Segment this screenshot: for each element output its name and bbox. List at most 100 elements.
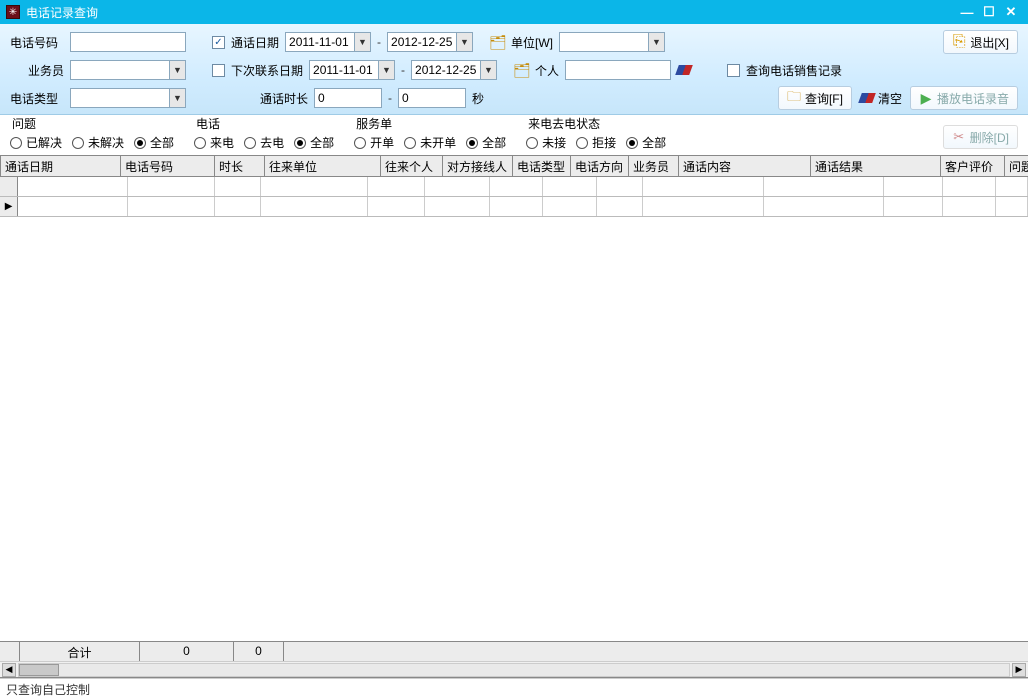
radio-option[interactable]: 未接	[526, 134, 566, 151]
eraser-icon	[860, 91, 874, 105]
scroll-left-icon[interactable]: ◀	[2, 663, 16, 677]
cell	[643, 177, 764, 196]
column-header[interactable]: 通话日期	[1, 156, 121, 176]
query-button[interactable]: 🗀 查询[F]	[778, 86, 852, 110]
phone-input[interactable]	[70, 32, 186, 52]
radio-option[interactable]: 来电	[194, 134, 234, 151]
scroll-thumb[interactable]	[19, 664, 59, 676]
play-label: 播放电话录音	[937, 90, 1009, 107]
close-button[interactable]: ✕	[1000, 3, 1022, 21]
next-contact-to[interactable]: 2012-12-25▼	[411, 60, 497, 80]
radio-icon	[10, 137, 22, 149]
exit-button[interactable]: ⎘ 退出[X]	[943, 30, 1018, 54]
radio-option[interactable]: 未开单	[404, 134, 456, 151]
cell	[490, 197, 544, 216]
table-row[interactable]	[0, 177, 1028, 197]
exit-icon: ⎘	[952, 35, 966, 49]
column-header[interactable]: 对方接线人	[443, 156, 513, 176]
column-header[interactable]: 通话内容	[679, 156, 811, 176]
group-problem-title: 问题	[10, 115, 174, 132]
column-header[interactable]: 往来单位	[265, 156, 381, 176]
cell	[996, 197, 1028, 216]
column-header[interactable]: 时长	[215, 156, 265, 176]
cell	[368, 177, 425, 196]
column-header[interactable]: 电话类型	[513, 156, 571, 176]
radio-icon	[244, 137, 256, 149]
duration-to-input[interactable]	[398, 88, 466, 108]
row-selector[interactable]	[0, 177, 18, 196]
clear-button[interactable]: 清空	[860, 90, 902, 107]
unit-combo[interactable]: ▼	[559, 32, 665, 52]
scroll-right-icon[interactable]: ▶	[1012, 663, 1026, 677]
column-header[interactable]: 通话结果	[811, 156, 941, 176]
radio-icon	[576, 137, 588, 149]
radio-option[interactable]: 开单	[354, 134, 394, 151]
radio-option[interactable]: 全部	[134, 134, 174, 151]
cell	[18, 177, 128, 196]
cell	[884, 197, 943, 216]
column-header[interactable]: 业务员	[629, 156, 679, 176]
filter-row-2: 业务员 ▼ 下次联系日期 2011-11-01▼ - 2012-12-25▼ 🗂…	[10, 60, 1018, 80]
cell	[128, 177, 214, 196]
cell	[425, 177, 490, 196]
call-date-to[interactable]: 2012-12-25▼	[387, 32, 473, 52]
filter-toolbar: 电话号码 ✓ 通话日期 2011-11-01▼ - 2012-12-25▼ 🗂 …	[0, 24, 1028, 115]
call-date-checkbox[interactable]: ✓	[212, 36, 225, 49]
cell	[943, 197, 997, 216]
duration-from-input[interactable]	[314, 88, 382, 108]
footer-sum-1: 0	[140, 642, 234, 661]
radio-option[interactable]: 未解决	[72, 134, 124, 151]
table-row[interactable]: ▶	[0, 197, 1028, 217]
column-header[interactable]: 问题解决	[1005, 156, 1028, 176]
grid-header: 通话日期电话号码时长往来单位往来个人对方接线人电话类型电话方向业务员通话内容通话…	[0, 156, 1028, 177]
radio-icon	[194, 137, 206, 149]
radio-option[interactable]: 已解决	[10, 134, 62, 151]
group-service: 服务单 开单未开单全部	[354, 115, 506, 151]
horizontal-scrollbar[interactable]: ◀ ▶	[0, 661, 1028, 677]
group-status-title: 来电去电状态	[526, 115, 666, 132]
minimize-button[interactable]: —	[956, 3, 978, 21]
radio-option[interactable]: 全部	[294, 134, 334, 151]
cell	[943, 177, 997, 196]
folder-icon: 🗀	[787, 91, 801, 105]
salesman-label: 业务员	[10, 62, 64, 79]
scroll-track[interactable]	[18, 663, 1010, 677]
filter-row-1: 电话号码 ✓ 通话日期 2011-11-01▼ - 2012-12-25▼ 🗂 …	[10, 30, 1018, 54]
radio-icon	[72, 137, 84, 149]
play-record-button[interactable]: ▶ 播放电话录音	[910, 86, 1018, 110]
column-header[interactable]: 电话方向	[571, 156, 629, 176]
chevron-down-icon: ▼	[169, 89, 185, 107]
cell	[543, 197, 597, 216]
footer-label: 合计	[20, 642, 140, 661]
radio-label: 已解决	[26, 134, 62, 151]
delete-button[interactable]: ✂ 删除[D]	[943, 125, 1018, 149]
eraser-icon[interactable]	[677, 63, 691, 77]
delete-label: 删除[D]	[970, 129, 1009, 146]
next-contact-from[interactable]: 2011-11-01▼	[309, 60, 395, 80]
radio-option[interactable]: 全部	[626, 134, 666, 151]
row-selector[interactable]: ▶	[0, 197, 18, 216]
app-icon: ✳	[6, 5, 20, 19]
radio-option[interactable]: 全部	[466, 134, 506, 151]
query-sales-checkbox[interactable]	[727, 64, 740, 77]
call-date-from[interactable]: 2011-11-01▼	[285, 32, 371, 52]
person-input[interactable]	[565, 60, 671, 80]
column-header[interactable]: 电话号码	[121, 156, 215, 176]
phone-type-combo[interactable]: ▼	[70, 88, 186, 108]
grid-footer: 合计 0 0	[0, 641, 1028, 661]
radio-label: 未解决	[88, 134, 124, 151]
card-icon: 🗂	[515, 63, 529, 77]
column-header[interactable]: 往来个人	[381, 156, 443, 176]
salesman-combo[interactable]: ▼	[70, 60, 186, 80]
radio-label: 去电	[260, 134, 284, 151]
phone-label: 电话号码	[10, 34, 64, 51]
cell	[543, 177, 597, 196]
radio-option[interactable]: 去电	[244, 134, 284, 151]
radio-option[interactable]: 拒接	[576, 134, 616, 151]
column-header[interactable]: 客户评价	[941, 156, 1005, 176]
maximize-button[interactable]: ☐	[978, 3, 1000, 21]
titlebar: ✳ 电话记录查询 — ☐ ✕	[0, 0, 1028, 24]
next-contact-checkbox[interactable]	[212, 64, 225, 77]
result-grid: 通话日期电话号码时长往来单位往来个人对方接线人电话类型电话方向业务员通话内容通话…	[0, 155, 1028, 678]
radio-label: 全部	[642, 134, 666, 151]
